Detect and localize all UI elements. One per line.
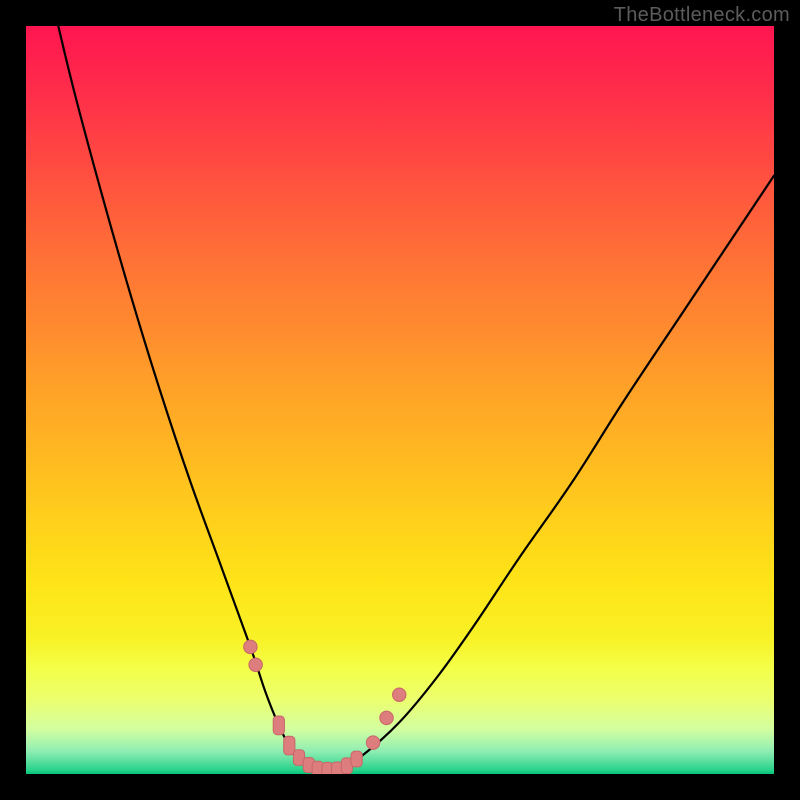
watermark-text: TheBottleneck.com <box>614 4 790 27</box>
bottleneck-curve <box>41 26 774 770</box>
marker <box>244 640 257 653</box>
curve-markers <box>244 640 406 774</box>
marker <box>393 688 406 701</box>
marker <box>366 736 379 749</box>
chart-svg <box>26 26 774 774</box>
chart-frame <box>26 26 774 774</box>
marker <box>380 711 393 724</box>
marker <box>249 658 262 671</box>
marker <box>351 751 362 767</box>
marker <box>273 716 284 735</box>
